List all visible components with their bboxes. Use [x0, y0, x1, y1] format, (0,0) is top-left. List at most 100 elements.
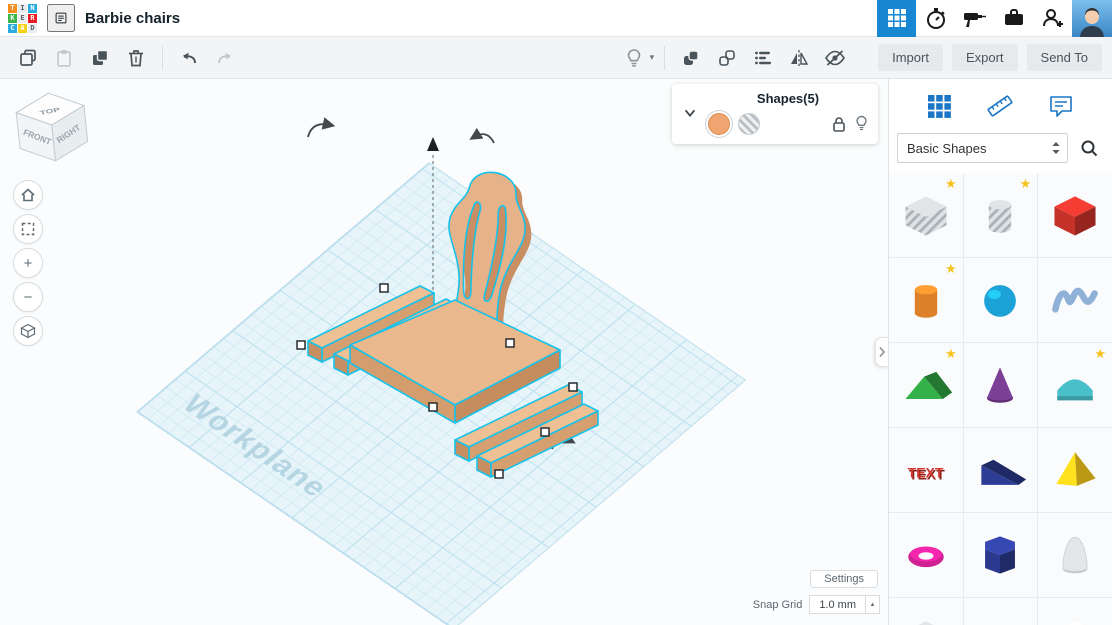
lightbulb-caret-icon[interactable]: ▾: [650, 52, 655, 63]
partial-3-icon: [1067, 621, 1083, 625]
send-to-button[interactable]: Send To: [1026, 44, 1102, 71]
show-all-button[interactable]: [618, 43, 650, 73]
shape-box-hole[interactable]: ★: [889, 173, 963, 257]
shape-roof[interactable]: ★: [889, 343, 963, 427]
toolbox-button[interactable]: [994, 0, 1033, 37]
home-view-button[interactable]: [13, 180, 43, 210]
tab-notes[interactable]: [1048, 93, 1074, 119]
lightbulb-small-icon: [856, 115, 867, 131]
print-tool-button[interactable]: [955, 0, 994, 37]
logo-letter: R: [28, 13, 37, 23]
lock-button[interactable]: [831, 115, 847, 133]
shape-partial-3[interactable]: [1038, 598, 1112, 625]
premium-star-icon: ★: [945, 261, 957, 276]
logo-letter: I: [18, 3, 27, 13]
raise-handle[interactable]: [427, 137, 439, 151]
person-add-icon: [1042, 9, 1063, 27]
zoom-in-button[interactable]: +: [13, 248, 43, 278]
perspective-cube-icon: [20, 323, 36, 339]
shape-wedge[interactable]: [963, 428, 1038, 512]
toolbar-separator: [162, 45, 163, 70]
viewport-3d[interactable]: Workplane TOP FRONT RIGHT + − Shapes(5) …: [0, 79, 888, 625]
view-cube[interactable]: TOP FRONT RIGHT: [10, 89, 94, 174]
notes-icon: [1050, 96, 1072, 117]
pyramid-icon: [1056, 452, 1096, 486]
shape-partial-2[interactable]: [963, 598, 1038, 625]
chair-model[interactable]: [307, 167, 599, 478]
collaborate-button[interactable]: [1033, 0, 1072, 37]
my-designs-button[interactable]: [47, 4, 75, 32]
redo-button[interactable]: [209, 43, 241, 73]
selection-panel: Shapes(5): [672, 84, 878, 144]
rotate-handle-top-left[interactable]: [307, 117, 336, 138]
paraboloid-icon: [1062, 536, 1088, 574]
hide-button[interactable]: [819, 43, 851, 73]
text-icon: TEXTTEXT: [907, 464, 945, 482]
shape-category-value: Basic Shapes: [907, 140, 987, 156]
stopwatch-icon: [926, 8, 945, 29]
box-hole-icon: [905, 196, 947, 236]
shape-box[interactable]: [1038, 173, 1112, 257]
group-button[interactable]: [675, 43, 707, 73]
mirror-button[interactable]: [783, 43, 815, 73]
ungroup-button[interactable]: [711, 43, 743, 73]
search-shapes-button[interactable]: [1074, 133, 1104, 163]
solid-color-swatch[interactable]: [708, 113, 730, 135]
export-button[interactable]: Export: [951, 44, 1018, 71]
user-avatar[interactable]: [1072, 0, 1112, 37]
tinkercad-logo[interactable]: TIN KER CAD: [8, 3, 37, 33]
snap-grid-caret-icon[interactable]: ▲: [865, 596, 879, 613]
wedge-icon: [981, 459, 1027, 485]
paste-button[interactable]: [48, 43, 80, 73]
shape-cylinder-hole[interactable]: ★: [963, 173, 1038, 257]
blocks-mode-button[interactable]: [877, 0, 916, 37]
logo-letter: N: [28, 3, 37, 13]
snap-grid-dropdown[interactable]: 1.0 mm ▲: [809, 595, 880, 614]
shape-sphere[interactable]: [963, 258, 1038, 342]
shape-partial-1[interactable]: [889, 598, 963, 625]
mirror-icon: [791, 49, 809, 66]
shape-scribble[interactable]: [1038, 258, 1112, 342]
shape-torus[interactable]: [889, 513, 963, 597]
copy-button[interactable]: [12, 43, 44, 73]
shape-polygon[interactable]: [963, 513, 1038, 597]
shape-text[interactable]: TEXT TEXT: [889, 428, 963, 512]
navigation-controls: + −: [13, 180, 43, 346]
shape-category-select[interactable]: Basic Shapes: [897, 133, 1068, 163]
logo-letter: T: [8, 3, 17, 13]
settings-button[interactable]: Settings: [810, 570, 878, 588]
toolbar-separator: [664, 45, 666, 70]
import-button[interactable]: Import: [878, 44, 943, 71]
panel-tabs: [889, 79, 1112, 133]
align-button[interactable]: [747, 43, 779, 73]
shape-library[interactable]: ★ ★ ★ ★ ★ TEXT TEXT: [889, 173, 1112, 625]
tab-ruler[interactable]: [986, 93, 1014, 119]
io-actions: Import Export Send To: [869, 44, 1102, 71]
undo-button[interactable]: [173, 43, 205, 73]
hole-swatch[interactable]: [738, 113, 760, 135]
perspective-toggle-button[interactable]: [13, 316, 43, 346]
duplicate-button[interactable]: [84, 43, 116, 73]
snap-grid-value: 1.0 mm: [819, 598, 856, 611]
shape-round-roof[interactable]: ★: [1038, 343, 1112, 427]
design-title[interactable]: Barbie chairs: [85, 10, 180, 27]
hide-shape-button[interactable]: [855, 115, 868, 133]
collapse-selection-panel-button[interactable]: [680, 91, 700, 135]
collapse-shapes-panel-button[interactable]: [875, 337, 888, 367]
shape-cone[interactable]: [963, 343, 1038, 427]
redo-icon: [218, 52, 231, 63]
simlab-button[interactable]: [916, 0, 955, 37]
zoom-out-button[interactable]: −: [13, 282, 43, 312]
shape-pyramid[interactable]: [1038, 428, 1112, 512]
power-tool-icon: [963, 13, 986, 27]
fit-view-icon: [21, 222, 35, 236]
shape-filter-row: Basic Shapes: [889, 133, 1112, 173]
chevron-right-icon: [879, 346, 886, 358]
shape-paraboloid[interactable]: [1038, 513, 1112, 597]
fit-view-button[interactable]: [13, 214, 43, 244]
premium-star-icon: ★: [945, 346, 957, 361]
rotate-handle-top-right[interactable]: [469, 127, 495, 144]
delete-button[interactable]: [120, 43, 152, 73]
tab-shapes[interactable]: [927, 94, 952, 119]
shape-cylinder[interactable]: ★: [889, 258, 963, 342]
